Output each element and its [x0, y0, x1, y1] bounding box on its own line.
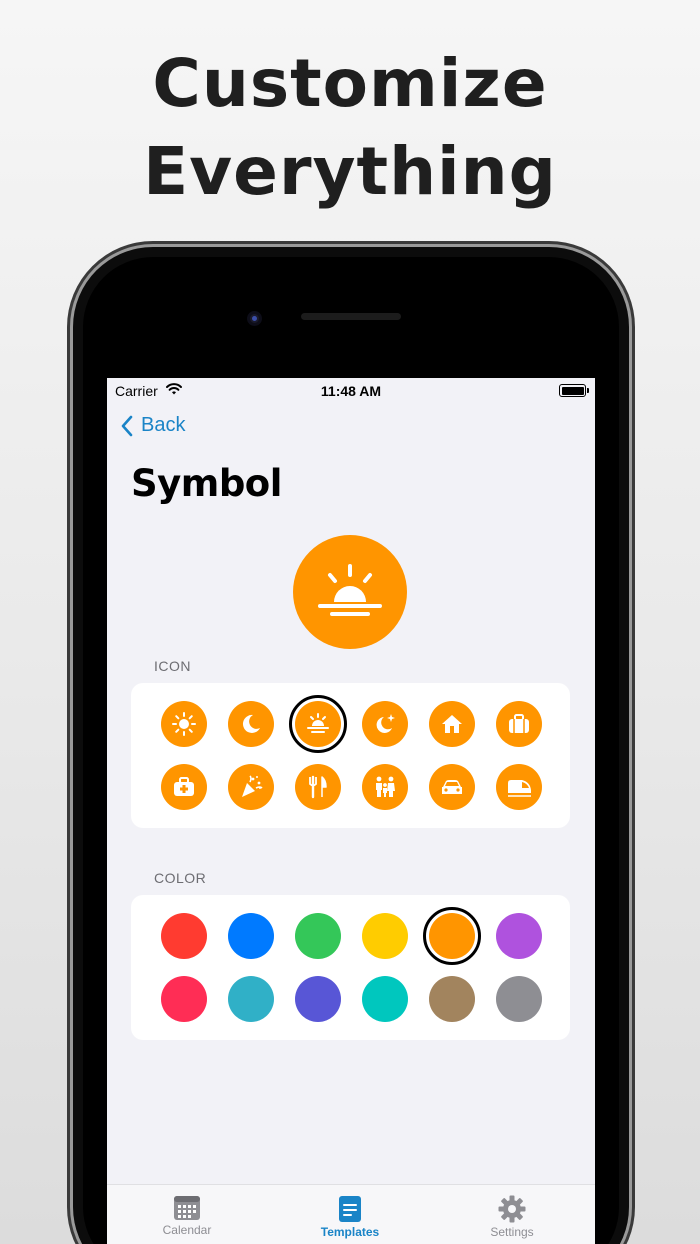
- color-swatch[interactable]: [161, 976, 207, 1022]
- moon-stars-icon: [376, 714, 395, 733]
- back-button[interactable]: Back: [121, 414, 185, 437]
- headline-line-1: Customize: [152, 45, 548, 122]
- calendar-icon: [174, 1196, 200, 1220]
- sun-icon: [172, 712, 196, 736]
- color-swatch[interactable]: [362, 913, 408, 959]
- app-screen: Carrier 11:48 AM Back Symbol ICON COLOR …: [107, 378, 595, 1244]
- battery-icon: [559, 384, 589, 397]
- car-icon: [442, 780, 462, 794]
- house-icon: [442, 715, 462, 733]
- icon-option-sun[interactable]: [161, 701, 207, 747]
- color-section-label: COLOR: [154, 870, 207, 886]
- back-button-label: Back: [141, 414, 186, 436]
- chevron-left-icon: [121, 415, 133, 436]
- color-selection-ring: [423, 907, 481, 965]
- color-swatch[interactable]: [228, 913, 274, 959]
- color-swatch[interactable]: [228, 976, 274, 1022]
- document-icon: [339, 1196, 361, 1222]
- family-icon: [376, 776, 395, 797]
- train-icon: [508, 780, 531, 797]
- fork-knife-icon: [309, 775, 327, 799]
- color-swatch[interactable]: [496, 913, 542, 959]
- status-bar: Carrier 11:48 AM: [107, 378, 595, 404]
- icon-option-house[interactable]: [429, 701, 475, 747]
- first-aid-kit-icon: [174, 777, 194, 796]
- headline: Customize Everything: [0, 40, 700, 216]
- party-popper-icon: [242, 775, 263, 797]
- tab-calendar[interactable]: Calendar: [127, 1195, 247, 1237]
- icon-selection-ring: [289, 695, 347, 753]
- icon-option-party-popper[interactable]: [228, 764, 274, 810]
- color-swatch[interactable]: [295, 976, 341, 1022]
- tab-calendar-label: Calendar: [162, 1223, 212, 1237]
- tab-templates-label: Templates: [320, 1225, 380, 1239]
- front-camera: [247, 311, 262, 326]
- tab-templates[interactable]: Templates: [290, 1195, 410, 1239]
- color-swatch[interactable]: [362, 976, 408, 1022]
- sunrise-icon: [318, 564, 382, 616]
- suitcase-icon: [509, 714, 529, 733]
- icon-option-suitcase[interactable]: [496, 701, 542, 747]
- icon-option-moon[interactable]: [228, 701, 274, 747]
- icon-option-car[interactable]: [429, 764, 475, 810]
- earpiece-speaker: [301, 313, 401, 320]
- status-time: 11:48 AM: [320, 383, 382, 399]
- color-swatch[interactable]: [295, 913, 341, 959]
- icon-option-train[interactable]: [496, 764, 542, 810]
- page-title: Symbol: [131, 462, 282, 505]
- tab-bar: Calendar Templates Settings: [107, 1184, 595, 1244]
- icon-option-family[interactable]: [362, 764, 408, 810]
- color-swatch[interactable]: [496, 976, 542, 1022]
- icon-picker: [131, 683, 570, 828]
- gear-icon: [498, 1195, 526, 1223]
- color-picker: [131, 895, 570, 1040]
- icon-option-fork-knife[interactable]: [295, 764, 341, 810]
- tab-settings-label: Settings: [490, 1225, 534, 1239]
- icon-option-moon-stars[interactable]: [362, 701, 408, 747]
- symbol-preview: [293, 535, 407, 649]
- color-swatch[interactable]: [161, 913, 207, 959]
- tab-settings[interactable]: Settings: [452, 1195, 572, 1239]
- moon-icon: [242, 714, 260, 733]
- icon-option-first-aid-kit[interactable]: [161, 764, 207, 810]
- color-swatch[interactable]: [429, 976, 475, 1022]
- headline-line-2: Everything: [143, 133, 557, 210]
- icon-section-label: ICON: [154, 658, 191, 674]
